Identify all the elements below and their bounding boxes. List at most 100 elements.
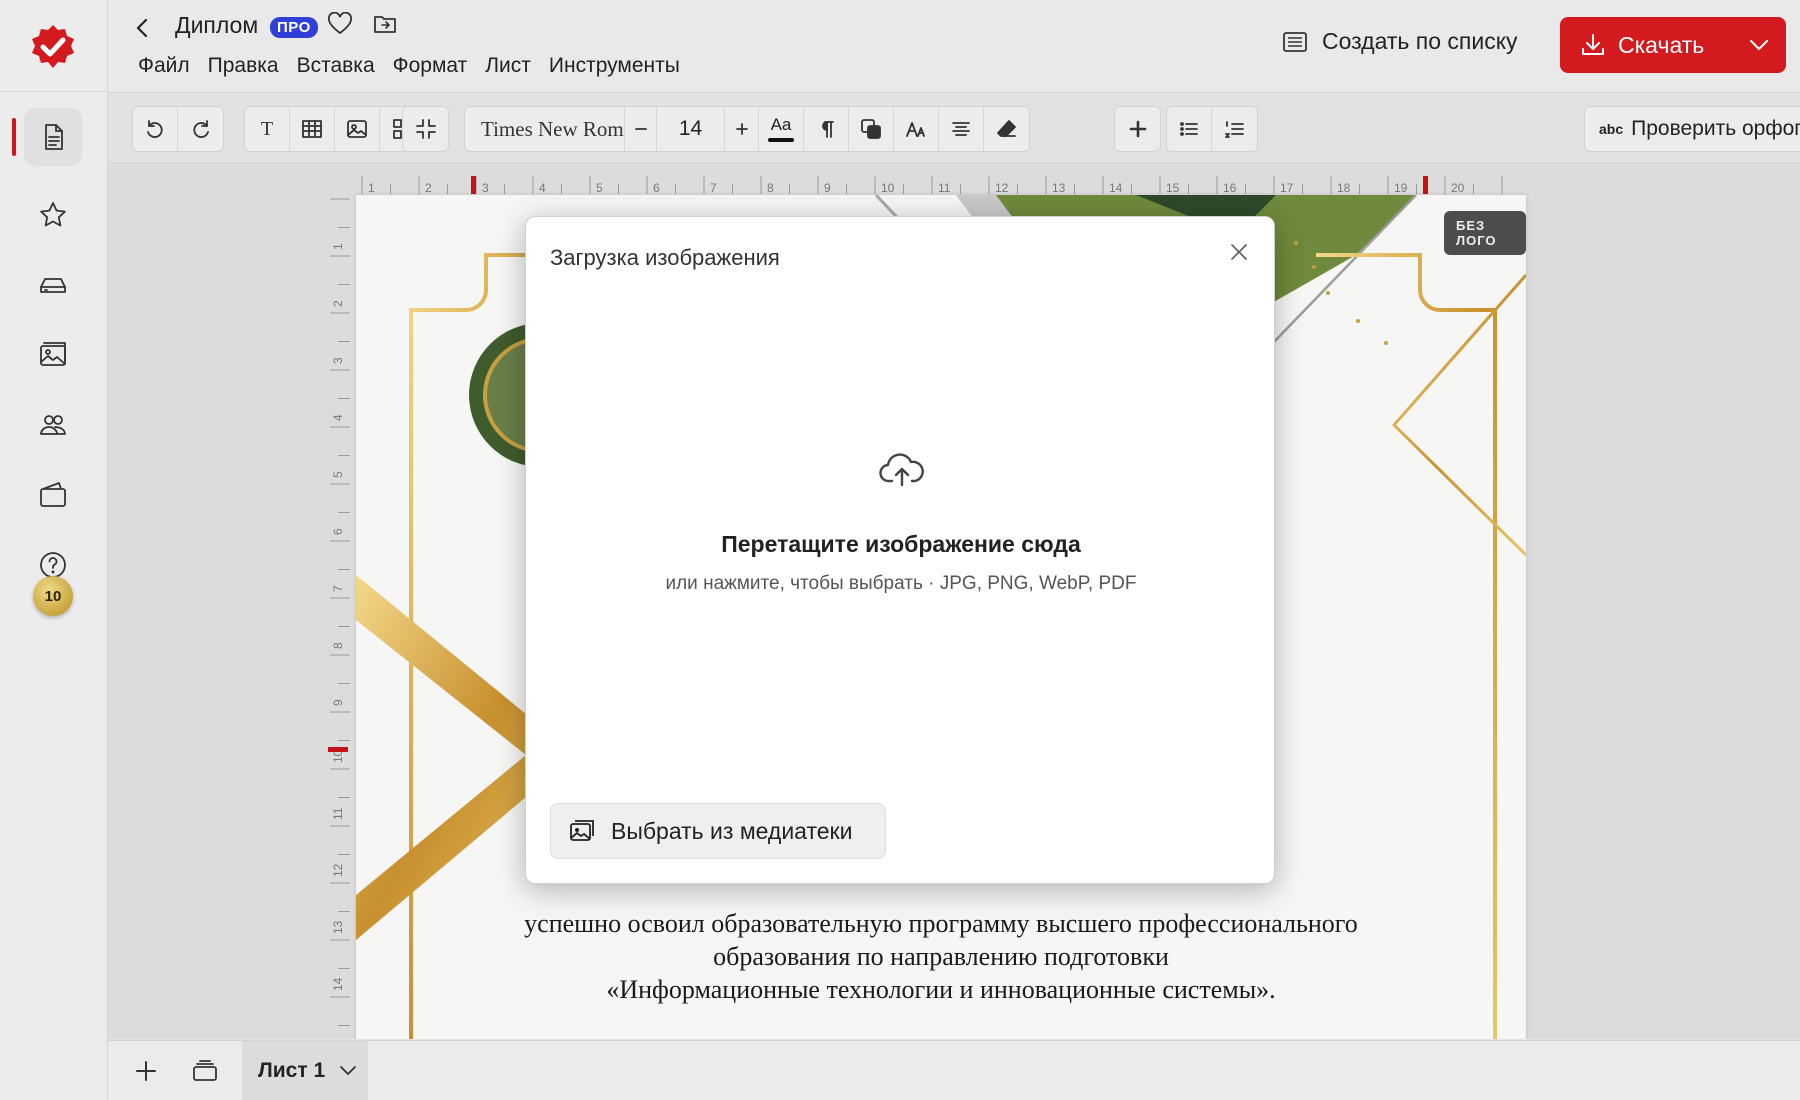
- insert-image-button[interactable]: [335, 107, 380, 151]
- menu-sheet[interactable]: Лист: [485, 54, 531, 78]
- header: Диплом ПРО Файл Правка Вставка Формат Ли…: [108, 0, 1800, 93]
- menu-tools[interactable]: Инструменты: [549, 54, 680, 78]
- spellcheck-icon: abc: [1599, 121, 1624, 137]
- layers-icon: [861, 119, 881, 139]
- spellcheck-button[interactable]: abc Проверить орфографию: [1584, 106, 1800, 152]
- sheet-tab-1[interactable]: Лист 1: [242, 1041, 368, 1100]
- redo-button[interactable]: [178, 107, 223, 151]
- ruler-label: 4: [539, 181, 546, 194]
- text-color-button[interactable]: Aa: [759, 107, 804, 151]
- ruler-label: 9: [824, 181, 831, 194]
- create-by-list-button[interactable]: Создать по списку: [1282, 28, 1518, 55]
- sidebar-item-drive[interactable]: [24, 256, 82, 314]
- chevron-down-icon[interactable]: [339, 1064, 357, 1078]
- pilcrow-icon: [822, 121, 834, 138]
- undo-icon: [147, 120, 163, 138]
- menu-insert[interactable]: Вставка: [297, 54, 375, 78]
- menu-edit[interactable]: Правка: [208, 54, 279, 78]
- sidebar-item-favorites[interactable]: [24, 186, 82, 244]
- undo-button[interactable]: [133, 107, 178, 151]
- no-logo-badge[interactable]: БЕЗ ЛОГО: [1444, 211, 1526, 255]
- layer-button[interactable]: [849, 107, 894, 151]
- text-color-swatch: [768, 138, 794, 142]
- bullet-list-icon: [1180, 122, 1198, 136]
- font-style-button[interactable]: [894, 107, 939, 151]
- ruler-label: 6: [331, 528, 345, 535]
- ruler-label: 5: [596, 181, 603, 194]
- choose-from-library-button[interactable]: Выбрать из медиатеки: [550, 803, 886, 859]
- close-icon[interactable]: [1228, 241, 1250, 263]
- ruler-label: 3: [331, 357, 345, 364]
- ruler-label: 13: [331, 920, 345, 934]
- wallet-icon: [40, 482, 66, 507]
- ruler-label: 13: [1052, 181, 1066, 194]
- sidebar-divider: [0, 91, 108, 92]
- add-group: [1114, 106, 1161, 152]
- insert-text-button[interactable]: T: [245, 107, 290, 151]
- menu-file[interactable]: Файл: [138, 54, 190, 78]
- app-logo-icon[interactable]: [29, 23, 77, 71]
- ruler-label: 11: [938, 181, 951, 194]
- fit-page-button[interactable]: [403, 107, 448, 151]
- download-label: Скачать: [1618, 31, 1705, 58]
- insert-table-button[interactable]: [290, 107, 335, 151]
- sidebar-item-gallery[interactable]: [24, 326, 82, 384]
- folder-move-icon[interactable]: [373, 13, 397, 35]
- plus-bold-icon: [1129, 120, 1146, 138]
- download-icon: [1582, 34, 1604, 55]
- coins-badge[interactable]: 10: [33, 576, 73, 616]
- ruler-label: 5: [331, 471, 345, 478]
- ruler-label: 14: [331, 977, 345, 991]
- body-line-1: успешно освоил образовательную программу…: [524, 909, 1358, 938]
- add-element-button[interactable]: [1115, 107, 1160, 151]
- choose-from-library-label: Выбрать из медиатеки: [611, 817, 853, 844]
- align-button[interactable]: [939, 107, 984, 151]
- list-group: [1166, 106, 1258, 152]
- font-size-decrease[interactable]: [625, 107, 657, 151]
- font-family-select[interactable]: Times New Roman: [465, 107, 625, 151]
- chevron-down-icon[interactable]: [1748, 35, 1770, 55]
- sidebar-item-users[interactable]: [24, 396, 82, 454]
- ruler-bottom-margin-marker[interactable]: [328, 747, 348, 752]
- sidebar-item-wallet[interactable]: [24, 466, 82, 524]
- horizontal-ruler[interactable]: 1 2 3 4 5 6 7 8 9 10 11 12 13 14 15 16 17 18 19 20: [354, 170, 1524, 194]
- ruler-label: 2: [425, 181, 432, 194]
- image-upload-dialog: Загрузка изображения Перетащите изображе…: [525, 216, 1275, 884]
- add-sheet-icon[interactable]: [134, 1059, 158, 1083]
- paragraph-button[interactable]: [804, 107, 849, 151]
- eraser-button[interactable]: [984, 107, 1029, 151]
- font-size-input[interactable]: 14: [657, 107, 725, 151]
- numbered-list-icon: [1224, 121, 1244, 138]
- font-size-increase[interactable]: [725, 107, 759, 151]
- bullet-list-button[interactable]: [1167, 107, 1212, 151]
- align-center-icon: [952, 122, 970, 136]
- ruler-label: 1: [331, 243, 345, 250]
- ruler-label: 20: [1451, 181, 1465, 194]
- drop-zone-subtitle[interactable]: или нажмите, чтобы выбрать · JPG, PNG, W…: [526, 573, 1276, 595]
- numbered-list-button[interactable]: [1212, 107, 1257, 151]
- menu-format[interactable]: Формат: [393, 54, 468, 78]
- active-indicator: [12, 118, 16, 156]
- ruler-right-margin-marker[interactable]: [1423, 176, 1428, 194]
- ruler-label: 7: [331, 585, 345, 592]
- create-by-list-label: Создать по списку: [1322, 28, 1518, 54]
- vertical-ruler[interactable]: 1234567891011121314: [326, 197, 350, 1039]
- ruler-label: 18: [1337, 181, 1351, 194]
- ruler-left-margin-marker[interactable]: [471, 176, 476, 194]
- star-icon: [40, 202, 66, 227]
- certificate-body-text[interactable]: успешно освоил образовательную программу…: [446, 907, 1436, 1006]
- back-icon[interactable]: [132, 16, 152, 40]
- ruler-label: 14: [1109, 181, 1123, 194]
- drop-zone-title[interactable]: Перетащите изображение сюда: [526, 531, 1276, 558]
- document-title[interactable]: Диплом: [175, 12, 258, 39]
- drive-icon: [40, 278, 66, 293]
- download-button[interactable]: Скачать: [1560, 17, 1786, 73]
- sheets-list-icon[interactable]: [192, 1059, 218, 1083]
- document-icon: [45, 124, 63, 150]
- sidebar-item-document[interactable]: [24, 108, 82, 166]
- cloud-upload-icon[interactable]: [878, 449, 926, 489]
- ruler-label: 1: [368, 181, 375, 194]
- ruler-label: 6: [653, 181, 660, 194]
- ruler-label: 8: [767, 181, 774, 194]
- heart-icon[interactable]: [327, 12, 353, 36]
